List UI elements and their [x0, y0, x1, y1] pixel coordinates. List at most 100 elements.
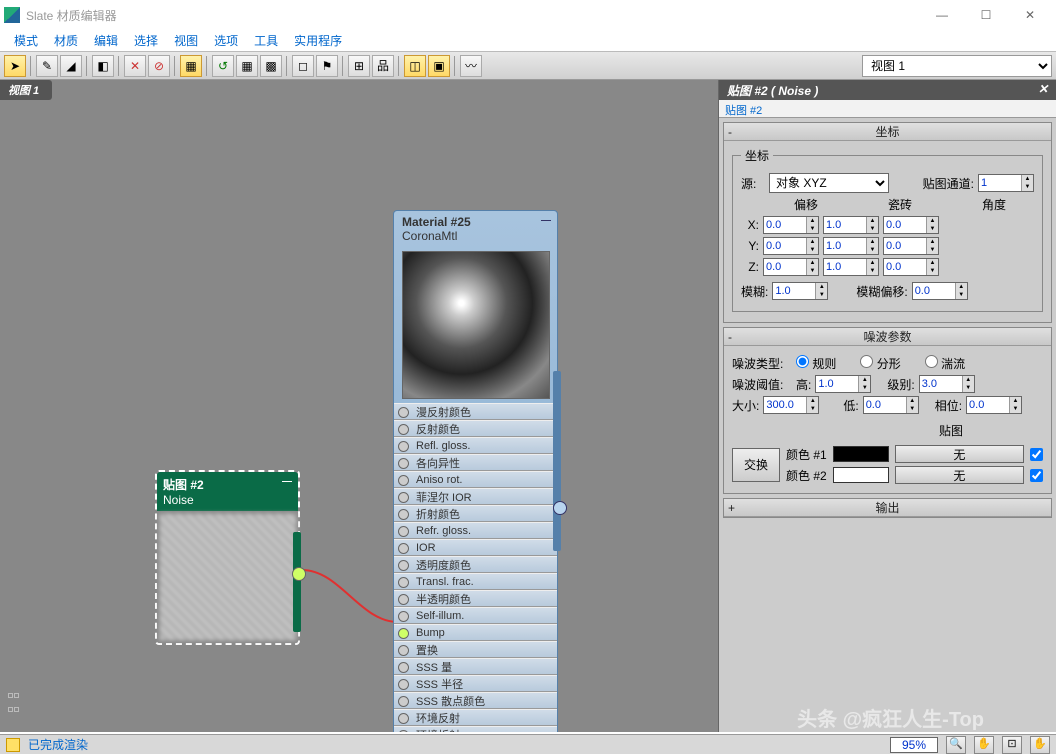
color1-swatch[interactable]	[833, 446, 889, 462]
show-map-icon[interactable]: ▦	[180, 55, 202, 77]
maximize-button[interactable]: ☐	[964, 0, 1008, 30]
collapse-icon[interactable]: —	[541, 215, 551, 226]
material-slot[interactable]: 各向异性	[394, 454, 557, 471]
noise-type-turbulence[interactable]: 湍流	[925, 355, 965, 372]
material-slot[interactable]: Bump	[394, 624, 557, 641]
noise-type-fractal[interactable]: 分形	[860, 355, 900, 372]
material-slot[interactable]: 折射颜色	[394, 505, 557, 522]
minimize-button[interactable]: —	[920, 0, 964, 30]
material-slot[interactable]: Aniso rot.	[394, 471, 557, 488]
pan-icon[interactable]: ✋	[974, 736, 994, 754]
box-icon[interactable]: ◻	[292, 55, 314, 77]
flag-icon[interactable]: ⚑	[316, 55, 338, 77]
node-canvas[interactable]: 视图 1 贴图 #2 Noise — Material #25 CoronaMt…	[0, 80, 718, 732]
rotate-icon[interactable]: ✋	[1030, 736, 1050, 754]
y-angle-spinner[interactable]: ▲▼	[883, 237, 939, 255]
menu-tools[interactable]: 工具	[246, 30, 286, 51]
assign-icon[interactable]: ◧	[92, 55, 114, 77]
x-offset-spinner[interactable]: ▲▼	[763, 216, 819, 234]
material-slot[interactable]: 透明度颜色	[394, 556, 557, 573]
color2-swatch[interactable]	[833, 467, 889, 483]
view-selector[interactable]: 视图 1	[862, 55, 1052, 77]
slot-socket-icon[interactable]	[398, 560, 409, 571]
material-slot[interactable]: SSS 半径	[394, 675, 557, 692]
checker-icon[interactable]: ▩	[260, 55, 282, 77]
high-spinner[interactable]: ▲▼	[815, 375, 871, 393]
material-slot[interactable]: Refr. gloss.	[394, 522, 557, 539]
slot-socket-icon[interactable]	[398, 696, 409, 707]
slot-socket-icon[interactable]	[398, 713, 409, 724]
panel-subtitle[interactable]: 贴图 #2	[719, 100, 1056, 118]
slot-socket-icon[interactable]	[398, 628, 409, 639]
layout-icon[interactable]: ⊞	[348, 55, 370, 77]
color2-map-button[interactable]: 无	[895, 466, 1024, 484]
eyedropper-icon[interactable]: ✎	[36, 55, 58, 77]
slot-socket-icon[interactable]	[398, 407, 409, 418]
z-tile-spinner[interactable]: ▲▼	[823, 258, 879, 276]
phase-spinner[interactable]: ▲▼	[966, 396, 1022, 414]
color2-enable-checkbox[interactable]	[1030, 469, 1043, 482]
material-output-socket[interactable]	[553, 501, 567, 515]
coords-rollout-header[interactable]: - 坐标	[724, 123, 1051, 141]
low-spinner[interactable]: ▲▼	[863, 396, 919, 414]
slot-socket-icon[interactable]	[398, 611, 409, 622]
source-combo[interactable]: 对象 XYZ	[769, 173, 889, 193]
select-children-icon[interactable]: ◫	[404, 55, 426, 77]
menu-options[interactable]: 选项	[206, 30, 246, 51]
material-slot[interactable]: SSS 散点颜色	[394, 692, 557, 709]
material-node-header[interactable]: Material #25 CoronaMtl —	[394, 211, 557, 247]
material-slot[interactable]: 菲涅尔 IOR	[394, 488, 557, 505]
size-spinner[interactable]: ▲▼	[763, 396, 819, 414]
material-slot[interactable]: IOR	[394, 539, 557, 556]
color1-map-button[interactable]: 无	[895, 445, 1024, 463]
wave-icon[interactable]: 〰	[460, 55, 482, 77]
material-slot[interactable]: 反射颜色	[394, 420, 557, 437]
slot-socket-icon[interactable]	[398, 577, 409, 588]
grid-icon[interactable]: ▦	[236, 55, 258, 77]
noise-node[interactable]: 贴图 #2 Noise —	[155, 470, 300, 645]
material-slot[interactable]: Transl. frac.	[394, 573, 557, 590]
blur-spinner[interactable]: ▲▼	[772, 282, 828, 300]
levels-spinner[interactable]: ▲▼	[919, 375, 975, 393]
y-offset-spinner[interactable]: ▲▼	[763, 237, 819, 255]
swap-button[interactable]: 交换	[732, 448, 780, 482]
zoom-value[interactable]: 95%	[890, 737, 938, 753]
material-slot[interactable]: Refl. gloss.	[394, 437, 557, 454]
material-slot[interactable]: SSS 量	[394, 658, 557, 675]
noise-type-regular[interactable]: 规则	[796, 355, 836, 372]
menu-utilities[interactable]: 实用程序	[286, 30, 350, 51]
menu-select[interactable]: 选择	[126, 30, 166, 51]
slot-socket-icon[interactable]	[398, 662, 409, 673]
graph-icon[interactable]: 品	[372, 55, 394, 77]
material-slot[interactable]: 环境反射	[394, 709, 557, 726]
slot-socket-icon[interactable]	[398, 475, 409, 486]
material-slot[interactable]: 置换	[394, 641, 557, 658]
panel-close-icon[interactable]: ✕	[1038, 82, 1048, 98]
slot-socket-icon[interactable]	[398, 730, 409, 732]
slot-socket-icon[interactable]	[398, 509, 409, 520]
slot-socket-icon[interactable]	[398, 543, 409, 554]
material-slot[interactable]: Self-illum.	[394, 607, 557, 624]
frame-icon[interactable]: ▣	[428, 55, 450, 77]
slot-socket-icon[interactable]	[398, 492, 409, 503]
menu-mode[interactable]: 模式	[6, 30, 46, 51]
clear-icon[interactable]: ⊘	[148, 55, 170, 77]
menu-edit[interactable]: 编辑	[86, 30, 126, 51]
color1-enable-checkbox[interactable]	[1030, 448, 1043, 461]
material-slot[interactable]: 漫反射颜色	[394, 403, 557, 420]
noise-node-header[interactable]: 贴图 #2 Noise —	[157, 472, 298, 511]
reset-icon[interactable]: ↺	[212, 55, 234, 77]
slot-socket-icon[interactable]	[398, 458, 409, 469]
slot-socket-icon[interactable]	[398, 526, 409, 537]
canvas-tab[interactable]: 视图 1	[0, 80, 52, 100]
output-rollout-header[interactable]: + 输出	[724, 499, 1051, 517]
zoom-extents-icon[interactable]: ⊡	[1002, 736, 1022, 754]
map-channel-spinner[interactable]: ▲▼	[978, 174, 1034, 192]
blur-offset-spinner[interactable]: ▲▼	[912, 282, 968, 300]
z-offset-spinner[interactable]: ▲▼	[763, 258, 819, 276]
x-tile-spinner[interactable]: ▲▼	[823, 216, 879, 234]
material-slot[interactable]: 环境折射	[394, 726, 557, 732]
slot-socket-icon[interactable]	[398, 594, 409, 605]
menu-material[interactable]: 材质	[46, 30, 86, 51]
zoom-out-icon[interactable]: 🔍	[946, 736, 966, 754]
